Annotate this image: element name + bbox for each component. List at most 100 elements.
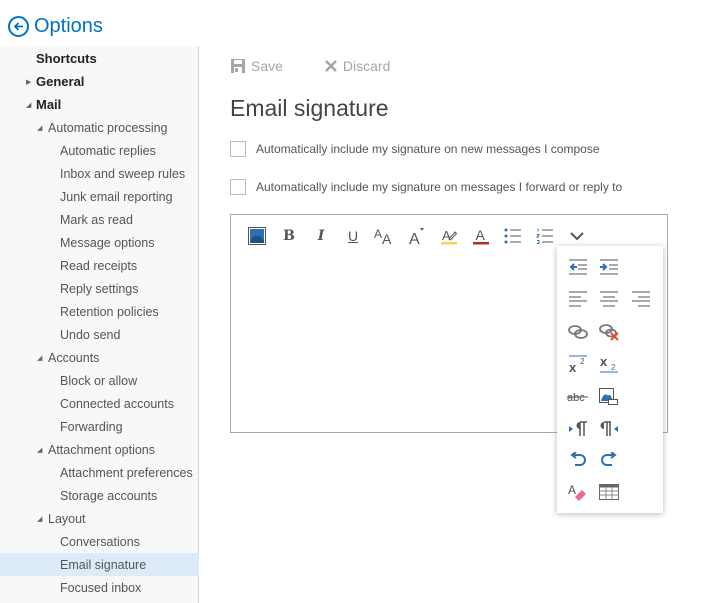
sidebar-item-label: Mail [36,97,62,112]
sidebar-item-connected-accounts[interactable]: Connected accounts [0,392,199,415]
sidebar-item-label: Retention policies [60,304,159,319]
save-icon [231,59,245,73]
svg-text:2: 2 [611,363,616,372]
svg-text:x: x [600,355,608,369]
sidebar-item-automatic-replies[interactable]: Automatic replies [0,139,199,162]
sidebar-item-focused-inbox[interactable]: Focused inbox [0,576,199,599]
sidebar-item-conversations[interactable]: Conversations [0,530,199,553]
sidebar-item-label: Email signature [60,557,147,572]
undo-icon [569,452,587,468]
sidebar-item-read-receipts[interactable]: Read receipts [0,254,199,277]
sidebar-item-label: Block or allow [60,373,138,388]
checkbox[interactable] [230,179,246,195]
svg-text:A: A [476,227,486,243]
sidebar-item-label: Attachment preferences [60,465,193,480]
sidebar-item-block-or-allow[interactable]: Block or allow [0,369,199,392]
sidebar-item-message-options[interactable]: Message options [0,231,199,254]
align-left-button[interactable] [564,286,592,312]
decrease-indent-button[interactable] [564,254,592,280]
sidebar-item-inbox-and-sweep-rules[interactable]: Inbox and sweep rules [0,162,199,185]
right-to-left-button[interactable] [595,416,623,442]
redo-button[interactable] [595,447,623,473]
superscript-icon: x2 [568,355,588,373]
italic-button[interactable]: I [305,223,337,249]
align-right-icon [631,291,651,307]
include-signature-reply-checkbox[interactable]: Automatically include my signature on me… [230,179,622,195]
sidebar-item-attachment-options[interactable]: ◢ Attachment options [0,438,199,461]
sidebar-item-label: Junk email reporting [60,189,173,204]
undo-button[interactable] [564,447,592,473]
sidebar-item-undo-send[interactable]: Undo send [0,323,199,346]
underline-button[interactable]: U [337,223,369,249]
underline-icon: U [347,228,359,244]
sidebar-item-label: Automatic processing [48,120,168,135]
sidebar-item-label: General [36,74,85,89]
caret-expanded-icon[interactable]: ◢ [37,124,47,132]
align-left-icon [568,291,588,307]
sidebar-item-retention-policies[interactable]: Retention policies [0,300,199,323]
checkbox[interactable] [230,141,246,157]
sidebar-item-label: Inbox and sweep rules [60,166,186,181]
remove-link-button[interactable] [595,319,623,345]
strikethrough-icon: abc [567,390,589,404]
sidebar-item-general[interactable]: ▶ General [0,70,199,93]
sidebar-item-automatic-processing[interactable]: ◢ Automatic processing [0,116,199,139]
caret-expanded-icon[interactable]: ◢ [26,101,36,109]
sidebar-item-forwarding[interactable]: Forwarding [0,415,199,438]
sidebar-item-junk-email-reporting[interactable]: Junk email reporting [0,185,199,208]
bold-button[interactable]: B [273,223,305,249]
left-to-right-button[interactable] [564,416,592,442]
sidebar-item-layout[interactable]: ◢ Layout [0,507,199,530]
decrease-indent-icon [568,259,588,275]
strikethrough-button[interactable]: abc [564,384,592,410]
discard-button[interactable]: Discard [325,58,390,74]
sidebar-item-mail[interactable]: ◢ Mail [0,93,199,116]
increase-indent-button[interactable] [595,254,623,280]
rtl-icon [599,421,619,437]
sidebar-item-mark-as-read[interactable]: Mark as read [0,208,199,231]
highlight-button[interactable]: A [433,223,465,249]
align-right-button[interactable] [627,286,655,312]
sidebar-item-label: Shortcuts [36,51,97,66]
clear-formatting-icon: A [568,483,588,501]
sidebar-item-label: Forwarding [60,419,123,434]
insert-link-button[interactable] [564,319,592,345]
sidebar-item-reply-settings[interactable]: Reply settings [0,277,199,300]
options-title: Options [34,15,103,37]
unlink-icon [599,323,619,341]
caret-expanded-icon[interactable]: ◢ [37,515,47,523]
options-back-button[interactable]: Options [8,15,103,38]
sidebar-item-shortcuts[interactable]: Shortcuts [0,47,199,70]
caret-expanded-icon[interactable]: ◢ [37,354,47,362]
caret-expanded-icon[interactable]: ◢ [37,446,47,454]
numbered-list-icon [536,228,554,244]
caret-right-icon[interactable]: ▶ [26,78,36,86]
chevron-down-icon [570,231,584,241]
insert-table-button[interactable] [595,479,623,505]
sidebar-item-label: Undo send [60,327,121,342]
svg-text:A: A [442,228,451,243]
clear-formatting-button[interactable]: A [564,479,592,505]
insert-picture-button[interactable] [241,223,273,249]
align-center-button[interactable] [595,286,623,312]
font-size-button[interactable]: AA [369,223,401,249]
grow-font-button[interactable]: A [401,223,433,249]
font-color-icon: A [472,227,490,245]
sidebar-item-label: Layout [48,511,86,526]
close-icon [325,60,337,72]
include-signature-new-checkbox[interactable]: Automatically include my signature on ne… [230,141,600,157]
sidebar-item-label: Conversations [60,534,140,549]
bullets-button[interactable] [497,223,529,249]
save-button[interactable]: Save [231,58,283,74]
sidebar-item-storage-accounts[interactable]: Storage accounts [0,484,199,507]
insert-inline-picture-button[interactable] [595,384,623,410]
sidebar-item-accounts[interactable]: ◢ Accounts [0,346,199,369]
sidebar-item-label: Focused inbox [60,580,142,595]
sidebar-item-email-signature[interactable]: Email signature [0,553,199,576]
subscript-button[interactable]: x2 [595,351,623,377]
highlight-icon: A [440,227,458,245]
font-color-button[interactable]: A [465,223,497,249]
sidebar-item-attachment-preferences[interactable]: Attachment preferences [0,461,199,484]
superscript-button[interactable]: x2 [564,351,592,377]
ltr-icon [568,421,588,437]
